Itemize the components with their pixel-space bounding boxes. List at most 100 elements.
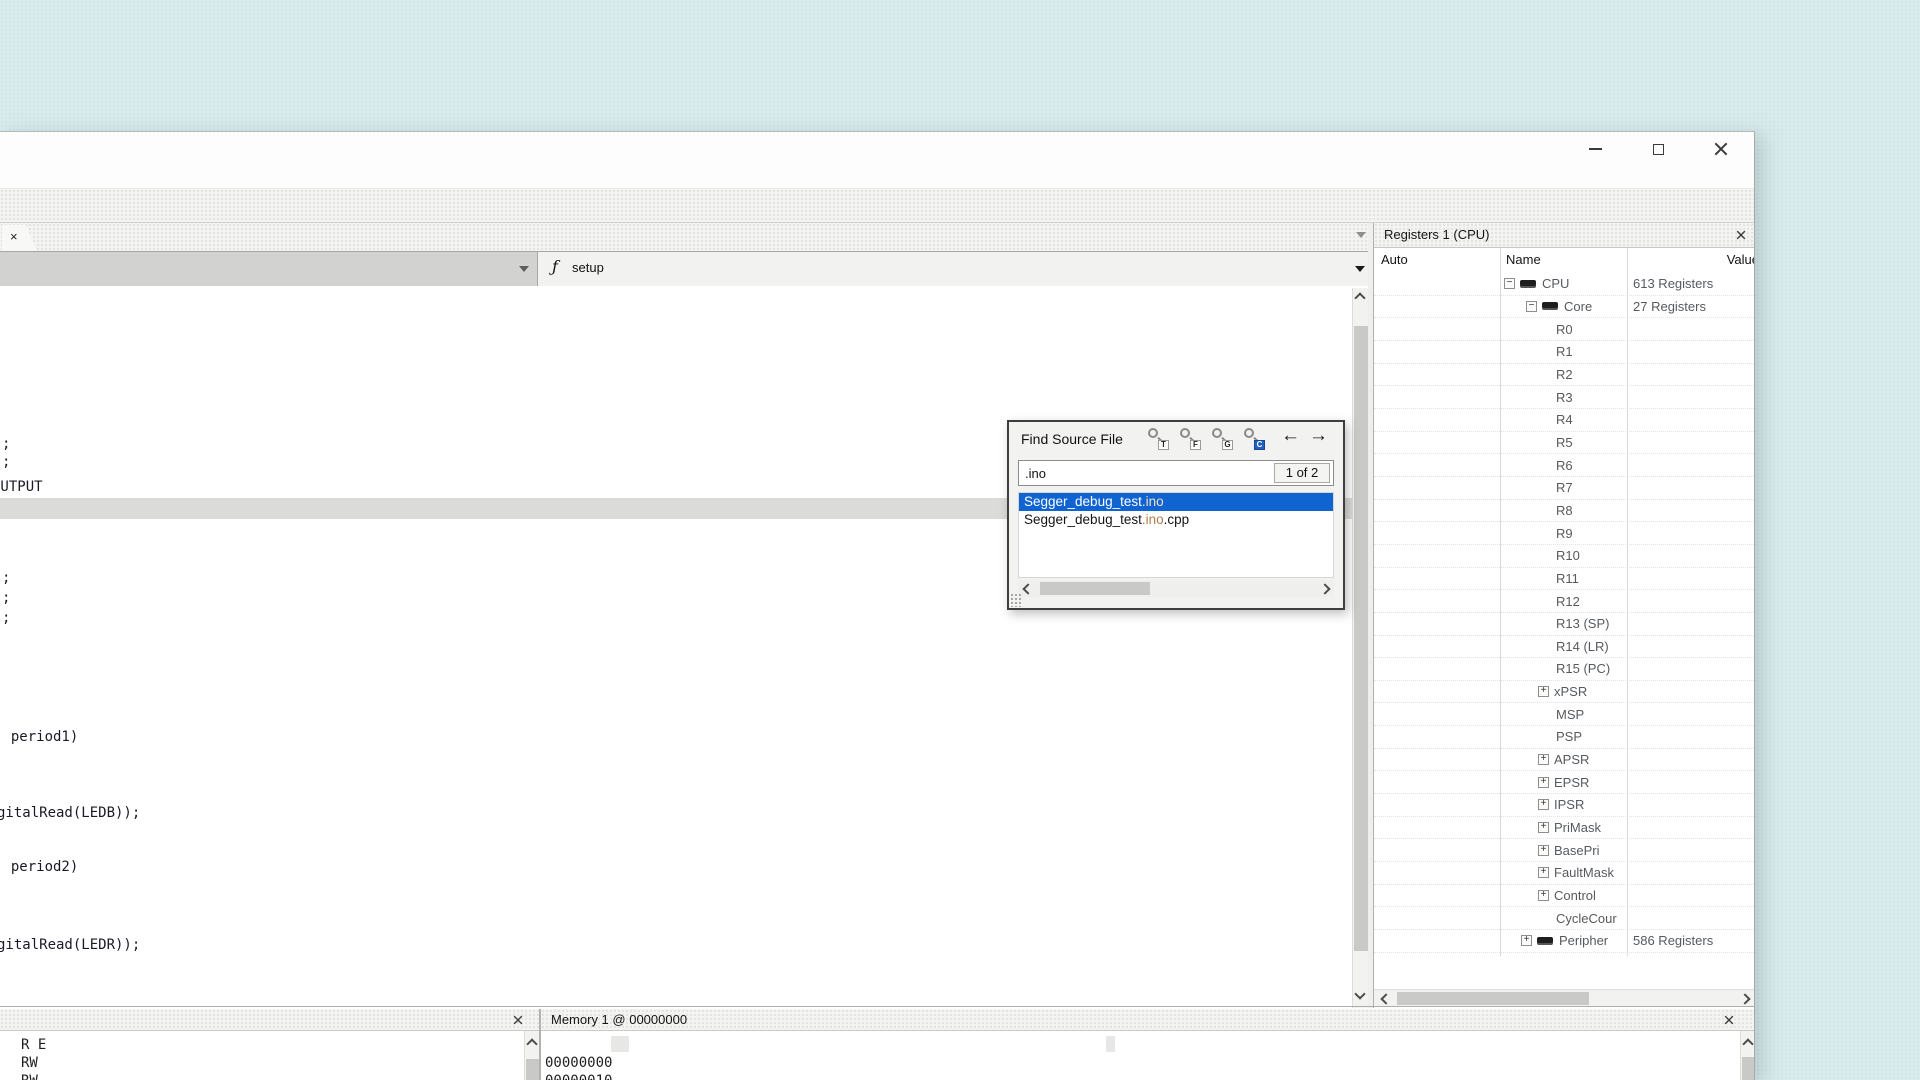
register-row[interactable]: R0 xyxy=(1374,318,1755,341)
register-row[interactable]: R14 (LR) xyxy=(1374,636,1755,659)
scrollbar-thumb[interactable] xyxy=(1397,992,1589,1005)
register-row[interactable]: R1 xyxy=(1374,341,1755,364)
close-icon xyxy=(1714,142,1728,156)
register-name: R12 xyxy=(1556,594,1580,609)
register-row[interactable]: R3 xyxy=(1374,386,1755,409)
memory-vscrollbar[interactable] xyxy=(1740,1031,1755,1080)
register-row[interactable]: + APSR xyxy=(1374,749,1755,772)
scroll-left-icon[interactable] xyxy=(1022,583,1033,594)
register-row[interactable]: +FaultMask xyxy=(1374,862,1755,885)
scroll-up-icon[interactable] xyxy=(1742,1038,1753,1049)
register-row[interactable]: PSP xyxy=(1374,726,1755,749)
expand-icon[interactable]: + xyxy=(1538,754,1549,765)
register-row[interactable]: R13 (SP) xyxy=(1374,613,1755,636)
resize-grip-icon[interactable] xyxy=(1010,593,1022,607)
code-fragment: OUTPUT xyxy=(0,478,43,496)
close-button[interactable] xyxy=(1704,135,1738,163)
minimize-button[interactable] xyxy=(1578,135,1612,163)
register-row[interactable]: R8 xyxy=(1374,500,1755,523)
bottom-left-vscrollbar[interactable] xyxy=(524,1031,539,1080)
register-row[interactable]: R2 xyxy=(1374,364,1755,387)
chevron-down-icon[interactable] xyxy=(1355,266,1365,272)
expand-icon[interactable]: + xyxy=(1538,777,1549,788)
editor-vscrollbar[interactable] xyxy=(1352,288,1368,1008)
register-row[interactable]: R5 xyxy=(1374,432,1755,455)
back-arrow-button[interactable]: ← xyxy=(1281,425,1300,447)
bottom-left-panel: R E RW RW xyxy=(0,1009,539,1080)
register-row[interactable]: MSP xyxy=(1374,703,1755,726)
search-mode-g-button[interactable]: G xyxy=(1211,428,1231,448)
collapse-icon[interactable]: − xyxy=(1526,301,1537,312)
register-row[interactable]: R12 xyxy=(1374,590,1755,613)
expand-icon[interactable]: + xyxy=(1538,686,1549,697)
search-mode-f-button[interactable]: F xyxy=(1179,428,1199,448)
register-row[interactable]: +Control xyxy=(1374,885,1755,908)
results-hscrollbar[interactable] xyxy=(1018,580,1334,597)
scrollbar-thumb[interactable] xyxy=(526,1059,539,1080)
register-row[interactable]: +IPSR xyxy=(1374,794,1755,817)
expand-icon[interactable]: + xyxy=(1538,799,1549,810)
editor-tab[interactable]: × xyxy=(2,225,38,251)
chevron-down-icon[interactable] xyxy=(519,266,529,272)
scroll-up-icon[interactable] xyxy=(526,1038,537,1049)
register-row[interactable]: −CPU 613 Registers xyxy=(1374,273,1755,296)
window-titlebar xyxy=(0,132,1755,188)
code-editor[interactable]: ; ; OUTPUT ; ; ; - period1) gitalRead(LE… xyxy=(0,286,1352,1008)
function-combobox[interactable]: ƒ setup xyxy=(537,251,1372,286)
scroll-right-icon[interactable] xyxy=(1739,993,1750,1004)
register-row[interactable]: CycleCour xyxy=(1374,907,1755,930)
collapse-icon[interactable]: − xyxy=(1504,278,1515,289)
register-name: PriMask xyxy=(1554,820,1601,835)
register-name: R13 (SP) xyxy=(1556,616,1609,631)
register-value xyxy=(1628,703,1755,725)
search-mode-c-button[interactable]: C xyxy=(1243,428,1263,448)
scrollbar-thumb[interactable] xyxy=(1354,326,1368,951)
scroll-down-icon[interactable] xyxy=(1354,988,1365,999)
tab-close-icon[interactable]: × xyxy=(10,229,18,245)
file-combobox[interactable] xyxy=(0,251,537,286)
register-row[interactable]: +EPSR xyxy=(1374,771,1755,794)
register-value xyxy=(1628,522,1755,544)
scroll-up-icon[interactable] xyxy=(1354,292,1365,303)
expand-icon[interactable]: + xyxy=(1538,867,1549,878)
expand-icon[interactable]: + xyxy=(1538,822,1549,833)
chip-icon xyxy=(1542,302,1558,310)
memory-close-button[interactable] xyxy=(1721,1012,1737,1028)
result-item[interactable]: Segger_debug_test.ino.cpp xyxy=(1019,511,1333,529)
register-row[interactable]: +xPSR xyxy=(1374,681,1755,704)
bottom-left-titlebar xyxy=(0,1009,539,1031)
scrollbar-thumb[interactable] xyxy=(1040,582,1150,595)
search-mode-t-button[interactable]: T xyxy=(1147,428,1167,448)
expand-icon[interactable]: + xyxy=(1521,935,1532,946)
scroll-left-icon[interactable] xyxy=(1380,993,1391,1004)
mode-letter: C xyxy=(1254,440,1265,450)
register-row[interactable]: R4 xyxy=(1374,409,1755,432)
register-row[interactable]: R6 xyxy=(1374,454,1755,477)
result-item[interactable]: Segger_debug_test.ino xyxy=(1019,493,1333,511)
register-row[interactable]: R7 xyxy=(1374,477,1755,500)
forward-arrow-button[interactable]: → xyxy=(1309,425,1328,447)
register-row[interactable]: −Core 27 Registers xyxy=(1374,296,1755,319)
expand-icon[interactable]: + xyxy=(1538,890,1549,901)
register-row[interactable]: +BasePri xyxy=(1374,839,1755,862)
registers-close-button[interactable] xyxy=(1733,227,1749,243)
tab-list-dropdown-icon[interactable] xyxy=(1356,232,1366,238)
bottom-left-close-button[interactable] xyxy=(510,1012,526,1028)
mode-letter: F xyxy=(1190,440,1201,450)
register-name: R1 xyxy=(1556,344,1573,359)
registers-hscrollbar[interactable] xyxy=(1374,989,1755,1006)
expand-icon[interactable]: + xyxy=(1538,845,1549,856)
register-row[interactable]: R11 xyxy=(1374,568,1755,591)
register-name: APSR xyxy=(1554,752,1589,767)
register-row[interactable]: R10 xyxy=(1374,545,1755,568)
register-value xyxy=(1628,341,1755,363)
register-row[interactable]: R15 (PC) xyxy=(1374,658,1755,681)
scrollbar-thumb[interactable] xyxy=(1742,1057,1755,1080)
memory-map-list[interactable]: R E RW RW xyxy=(0,1031,524,1080)
register-row[interactable]: + PriMask xyxy=(1374,817,1755,840)
register-row[interactable]: +Peripher586 Registers xyxy=(1374,930,1755,953)
register-row[interactable]: R9 xyxy=(1374,522,1755,545)
scroll-right-icon[interactable] xyxy=(1319,583,1330,594)
memory-hex-view[interactable]: 00000000 .. .. .. .. .. .. .. .. .. .. .… xyxy=(541,1031,1740,1080)
restore-button[interactable] xyxy=(1641,135,1675,163)
